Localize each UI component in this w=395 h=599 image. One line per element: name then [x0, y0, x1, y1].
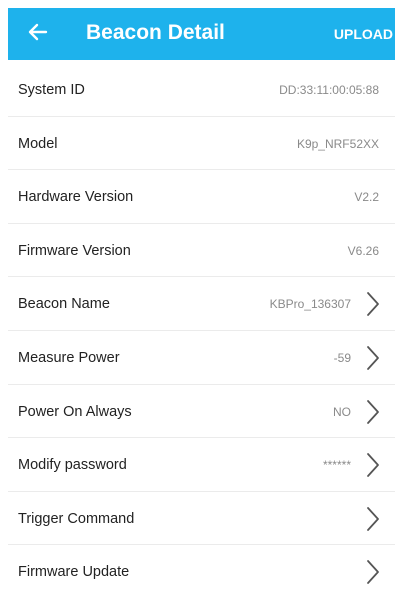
chevron-right-icon: [365, 506, 381, 532]
row-beacon-name[interactable]: Beacon Name KBPro_136307: [8, 277, 395, 331]
chevron-right-icon: [365, 291, 381, 317]
row-label: Beacon Name: [18, 296, 110, 313]
row-model: Model K9p_NRF52XX: [8, 117, 395, 171]
row-firmware-version: Firmware Version V6.26: [8, 224, 395, 278]
page-title: Beacon Detail: [86, 21, 225, 44]
row-label: Model: [18, 135, 58, 152]
row-value: ******: [322, 458, 351, 473]
row-system-id: System ID DD:33:11:00:05:88: [8, 63, 395, 117]
row-value: NO: [333, 404, 351, 419]
chevron-right-icon: [365, 559, 381, 585]
beacon-detail-list: System ID DD:33:11:00:05:88 Model K9p_NR…: [8, 63, 395, 599]
row-value: V2.2: [354, 190, 379, 205]
arrow-left-icon: [28, 23, 48, 41]
row-trigger-command[interactable]: Trigger Command: [8, 492, 395, 546]
row-value: DD:33:11:00:05:88: [279, 83, 379, 97]
row-label: Hardware Version: [18, 189, 134, 206]
row-value: V6.26: [347, 243, 379, 258]
row-label: Modify password: [18, 457, 127, 474]
row-label: System ID: [18, 82, 85, 98]
row-label: Firmware Version: [18, 242, 131, 259]
row-value: K9p_NRF52XX: [296, 136, 379, 151]
row-label: Trigger Command: [18, 510, 135, 527]
row-measure-power[interactable]: Measure Power -59: [8, 331, 395, 385]
row-label: Power On Always: [18, 403, 132, 420]
row-hardware-version: Hardware Version V2.2: [8, 170, 395, 224]
upload-button[interactable]: UPLOAD: [334, 24, 393, 44]
chevron-right-icon: [365, 399, 381, 425]
row-firmware-update[interactable]: Firmware Update: [8, 545, 395, 599]
row-value: -59: [333, 350, 351, 365]
row-label: Measure Power: [18, 349, 120, 366]
chevron-right-icon: [365, 452, 381, 478]
row-modify-password[interactable]: Modify password ******: [8, 438, 395, 492]
chevron-right-icon: [365, 345, 381, 371]
back-button[interactable]: [26, 20, 50, 44]
row-power-on-always[interactable]: Power On Always NO: [8, 385, 395, 439]
row-label: Firmware Update: [18, 564, 130, 581]
app-bar: Beacon Detail UPLOAD: [8, 8, 395, 60]
row-value: KBPro_136307: [269, 297, 351, 312]
